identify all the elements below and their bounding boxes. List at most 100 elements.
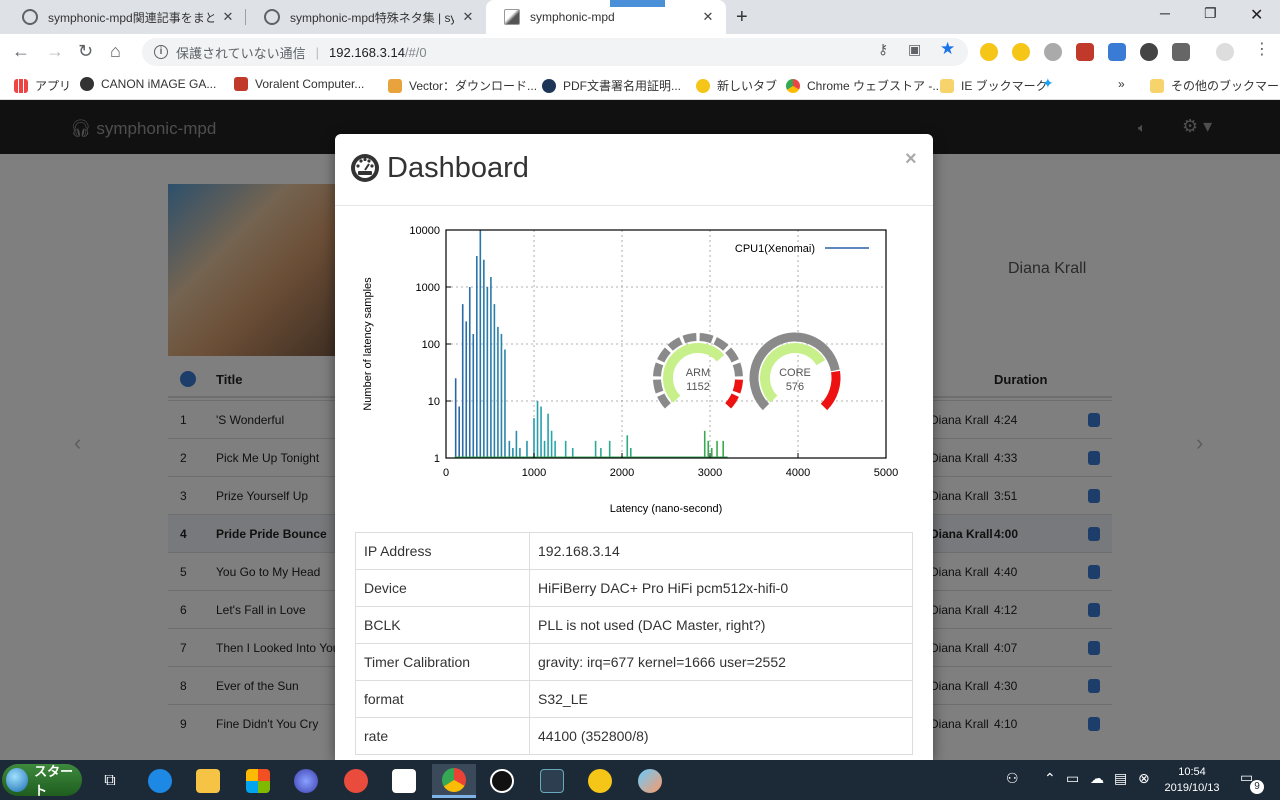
window-close-icon[interactable]: ✕ [1250, 5, 1263, 25]
bookmark-newtab[interactable]: 新しいタブ [696, 77, 777, 94]
page-favicon-icon [504, 9, 520, 25]
address-bar[interactable]: i 保護されていない通信 | 192.168.3.14 /#/0 [142, 38, 968, 66]
close-tab-icon[interactable]: ✕ [220, 9, 236, 25]
bookmark-label: アプリ [35, 79, 72, 93]
tray-chevron-icon[interactable]: ⌃ [1044, 770, 1056, 787]
taskbar-app-camera[interactable] [334, 764, 378, 798]
taskbar-store[interactable] [236, 764, 280, 798]
new-tab-button[interactable]: + [736, 6, 748, 29]
bookmark-star-icon[interactable]: ★ [940, 39, 955, 59]
extension-home-icon[interactable] [1012, 43, 1030, 61]
info-key: Device [355, 569, 530, 607]
taskbar-music[interactable] [480, 764, 524, 798]
menu-kebab-icon[interactable]: ⋮ [1254, 39, 1270, 59]
profile-avatar-icon[interactable] [1216, 43, 1234, 61]
globe-icon [22, 9, 38, 25]
mail-icon [392, 769, 416, 793]
bookmark-label: PDF文書署名用証明... [563, 79, 682, 93]
y-tick-label: 100 [422, 339, 440, 351]
home-icon[interactable]: ⌂ [110, 41, 121, 62]
gauge-value: 576 [786, 381, 804, 393]
gauge-label: ARM [686, 367, 710, 379]
more-chevron: » [1118, 77, 1125, 91]
gauge-label: CORE [779, 367, 811, 379]
device-info-table: IP Address 192.168.3.14 Device HiFiBerry DA… [355, 532, 913, 755]
extension-help-icon[interactable] [1172, 43, 1190, 61]
taskbar-mail[interactable] [382, 764, 426, 798]
info-row: Device HiFiBerry DAC+ Pro HiFi pcm512x-hi… [355, 569, 913, 607]
info-row: rate 44100 (352800/8) [355, 717, 913, 755]
edge-icon [148, 769, 172, 793]
x-tick-label: 1000 [522, 467, 546, 479]
store-icon [246, 769, 270, 793]
close-tab-icon[interactable]: ✕ [460, 9, 476, 25]
reload-icon[interactable]: ↻ [78, 41, 93, 62]
bookmark-canon[interactable]: CANON iMAGE GA... [80, 77, 216, 91]
taskbar-explorer[interactable] [186, 764, 230, 798]
battery-icon[interactable]: ▭ [1066, 770, 1079, 787]
extension-github-icon[interactable] [1044, 43, 1062, 61]
info-value: 192.168.3.14 [529, 532, 913, 570]
restore-icon[interactable]: ❐ [1204, 5, 1217, 22]
folder-icon [1150, 78, 1164, 93]
bookmark-twitter[interactable]: ✦ [1042, 75, 1054, 92]
info-row: Timer Calibration gravity: irq=677 kernel… [355, 643, 913, 681]
y-tick-label: 10 [428, 396, 440, 408]
gauge-red-zone [820, 370, 841, 411]
taskbar-app-sphere[interactable] [284, 764, 328, 798]
browser-tab-1[interactable]: symphonic-mpd関連記事をまとめ ✕ [4, 0, 246, 34]
gauge-segment [699, 333, 714, 344]
bookmark-other-folder[interactable]: その他のブックマーク [1150, 77, 1280, 94]
cloud-icon[interactable]: ☁ [1090, 770, 1104, 787]
folder-icon [940, 78, 954, 93]
minimize-icon[interactable]: ─ [1160, 5, 1170, 21]
extension-search-icon[interactable] [980, 43, 998, 61]
camera-app-icon [344, 769, 368, 793]
taskbar-chrome[interactable] [432, 764, 476, 798]
y-tick-label: 10000 [409, 225, 440, 237]
taskbar-app-check[interactable] [578, 764, 622, 798]
task-view-button[interactable]: ⧉ [88, 764, 132, 798]
x-tick-label: 2000 [610, 467, 634, 479]
network-icon[interactable]: ▤ [1114, 770, 1127, 787]
browser-tab-active[interactable]: symphonic-mpd ✕ [486, 0, 726, 34]
info-value: 44100 (352800/8) [529, 717, 913, 755]
bookmark-apps[interactable]: アプリ [14, 77, 71, 94]
check-app-icon [588, 769, 612, 793]
extension-people-icon[interactable] [1140, 43, 1158, 61]
forward-arrow-icon[interactable]: → [46, 41, 64, 62]
start-button[interactable]: スタート [2, 764, 82, 798]
bookmark-voralent[interactable]: Voralent Computer... [234, 77, 364, 91]
modal-close-button[interactable]: × [905, 148, 917, 171]
music-app-icon [490, 769, 514, 793]
bookmark-ie-folder[interactable]: IE ブックマーク [940, 77, 1048, 94]
taskbar-app-monitor[interactable] [530, 764, 574, 798]
taskbar-app-paint[interactable] [628, 764, 672, 798]
os-taskbar: スタート ⧉ ⚇ ⌃ ▭ ☁ ▤ ⊗ 10:54 2019/10/13 ▭ 9 [0, 760, 1280, 800]
x-tick-label: 5000 [874, 467, 898, 479]
info-key: rate [355, 717, 530, 755]
taskbar-clock[interactable]: 10:54 2019/10/13 [1156, 764, 1228, 796]
key-icon[interactable]: ⚷ [878, 41, 888, 58]
x-tick-label: 3000 [698, 467, 722, 479]
extension-pdf-icon[interactable] [1076, 43, 1094, 61]
bookmarks-more-button[interactable]: » [1118, 77, 1125, 91]
volume-muted-icon[interactable]: ⊗ [1138, 770, 1150, 787]
bookmark-chrome-store[interactable]: Chrome ウェブストア -... [786, 77, 942, 94]
bookmarks-bar: アプリ CANON iMAGE GA... Voralent Computer.… [0, 70, 1280, 100]
gauge-segment [653, 362, 664, 377]
globe-icon [80, 77, 94, 91]
back-arrow-icon[interactable]: ← [12, 41, 30, 62]
close-tab-icon[interactable]: ✕ [700, 9, 716, 25]
extension-grid-icon[interactable] [1108, 43, 1126, 61]
translate-icon[interactable]: ▣ [908, 41, 921, 58]
sphere-app-icon [294, 769, 318, 793]
people-icon[interactable]: ⚇ [1006, 770, 1019, 787]
taskbar-edge[interactable] [138, 764, 182, 798]
bookmark-vector[interactable]: Vector：ダウンロード... [388, 77, 537, 94]
tab-drag-marker [610, 0, 665, 7]
browser-tab-2[interactable]: symphonic-mpd特殊ネタ集 | symp ✕ [246, 0, 486, 34]
info-icon[interactable]: i [154, 45, 168, 59]
bookmark-pdf[interactable]: PDF文書署名用証明... [542, 77, 681, 94]
info-value: S32_LE [529, 680, 913, 718]
